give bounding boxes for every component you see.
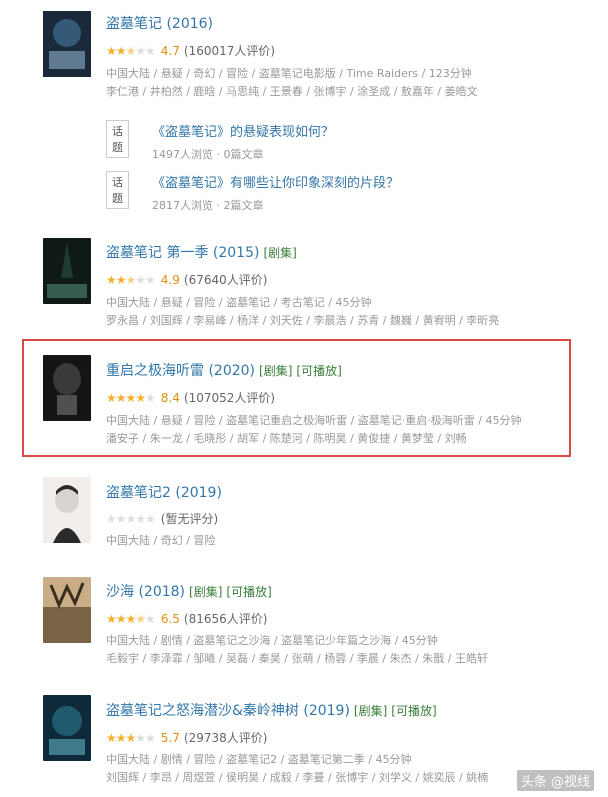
rating-count: (暂无评分) [160, 512, 219, 526]
rating-count: (107052人评价) [183, 391, 276, 405]
movie-poster[interactable] [43, 695, 91, 761]
rating-score: 6.5 [160, 611, 180, 626]
star-rating: ★★★★★ [106, 272, 156, 287]
poster-art-icon [43, 355, 91, 421]
movie-title[interactable]: 盗墓笔记 (2016) [106, 13, 213, 33]
movie-cast: 李仁港 / 井柏然 / 鹿晗 / 马思纯 / 王景春 / 张博宇 / 涂圣成 /… [106, 85, 478, 98]
rating-count: (29738人评价) [183, 731, 268, 745]
tag-series[interactable]: [剧集] [259, 364, 292, 378]
topic-tag: 话题 [106, 171, 129, 209]
rating-row: ★★★★★ 8.4 (107052人评价) [106, 389, 275, 406]
watermark: 头条 @视线 [516, 770, 594, 791]
topic-title[interactable]: 《盗墓笔记》有哪些让你印象深刻的片段？ [152, 172, 399, 191]
tag-series[interactable]: [剧集] [354, 704, 387, 718]
poster-art-icon [43, 11, 91, 77]
movie-poster[interactable] [43, 355, 91, 421]
movie-cast: 刘国辉 / 李昂 / 周煜萱 / 侯明昊 / 成毅 / 李曼 / 张博宇 / 刘… [106, 771, 489, 784]
movie-meta: 中国大陆 / 剧情 / 盗墓笔记之沙海 / 盗墓笔记少年篇之沙海 / 45分钟 [106, 634, 438, 647]
poster-art-icon [43, 238, 91, 304]
rating-row: ★★★★★ 6.5 (81656人评价) [106, 610, 267, 627]
movie-meta: 中国大陆 / 悬疑 / 冒险 / 盗墓笔记重启之极海听雷 / 盗墓笔记·重启·极… [106, 414, 522, 427]
movie-poster[interactable] [43, 577, 91, 643]
tag-playable[interactable]: [可播放] [226, 585, 271, 599]
movie-title[interactable]: 盗墓笔记2 (2019) [106, 482, 222, 502]
rating-count: (81656人评价) [183, 612, 268, 626]
star-rating: ★★★★★ [106, 43, 156, 58]
rating-score: 8.4 [160, 390, 180, 405]
movie-meta: 中国大陆 / 奇幻 / 冒险 [106, 534, 216, 547]
movie-cast: 潘安子 / 朱一龙 / 毛晓彤 / 胡军 / 陈楚河 / 陈明昊 / 黄俊捷 /… [106, 432, 467, 445]
movie-poster[interactable] [43, 475, 91, 545]
star-rating: ★★★★★ [106, 390, 156, 405]
rating-score: 4.9 [160, 272, 180, 287]
rating-row: ★★★★★ 4.7 (160017人评价) [106, 42, 275, 59]
movie-poster[interactable] [43, 238, 91, 304]
movie-meta: 中国大陆 / 悬疑 / 冒险 / 盗墓笔记 / 考古笔记 / 45分钟 [106, 296, 372, 309]
tag-series[interactable]: [剧集] [189, 585, 222, 599]
tag-playable[interactable]: [可播放] [391, 704, 436, 718]
rating-score: 5.7 [160, 730, 180, 745]
star-rating: ★★★★★ [106, 611, 156, 626]
rating-score: 4.7 [160, 43, 180, 58]
movie-title[interactable]: 重启之极海听雷 (2020) [剧集] [可播放] [106, 360, 342, 380]
movie-meta: 中国大陆 / 悬疑 / 奇幻 / 冒险 / 盗墓笔记电影版 / Time Rai… [106, 67, 472, 80]
topic-stats: 1497人浏览 · 0篇文章 [152, 148, 264, 161]
movie-title[interactable]: 盗墓笔记之怒海潜沙&秦岭神树 (2019) [剧集] [可播放] [106, 700, 437, 720]
rating-row: ★★★★★ (暂无评分) [106, 510, 218, 527]
movie-meta: 中国大陆 / 剧情 / 冒险 / 盗墓笔记2 / 盗墓笔记第二季 / 45分钟 [106, 753, 412, 766]
poster-art-icon [43, 477, 91, 543]
tag-series[interactable]: [剧集] [263, 246, 296, 260]
star-rating: ★★★★★ [106, 511, 156, 526]
poster-art-icon [43, 695, 91, 761]
rating-count: (67640人评价) [183, 273, 268, 287]
movie-title[interactable]: 盗墓笔记 第一季 (2015) [剧集] [106, 242, 297, 262]
topic-stats: 2817人浏览 · 2篇文章 [152, 199, 264, 212]
rating-row: ★★★★★ 4.9 (67640人评价) [106, 271, 267, 288]
rating-count: (160017人评价) [183, 44, 276, 58]
movie-poster[interactable] [43, 10, 91, 78]
star-rating: ★★★★★ [106, 730, 156, 745]
topic-tag: 话题 [106, 120, 129, 158]
movie-cast: 毛毅宇 / 李泽霏 / 邹曦 / 吴磊 / 秦昊 / 张萌 / 杨蓉 / 季晨 … [106, 652, 488, 665]
topic-title[interactable]: 《盗墓笔记》的悬疑表现如何？ [152, 121, 334, 140]
poster-art-icon [43, 577, 91, 643]
tag-playable[interactable]: [可播放] [296, 364, 341, 378]
movie-title[interactable]: 沙海 (2018) [剧集] [可播放] [106, 581, 272, 601]
rating-row: ★★★★★ 5.7 (29738人评价) [106, 729, 267, 746]
movie-cast: 罗永昌 / 刘国辉 / 李易峰 / 杨洋 / 刘天佐 / 李晨浩 / 苏青 / … [106, 314, 500, 327]
